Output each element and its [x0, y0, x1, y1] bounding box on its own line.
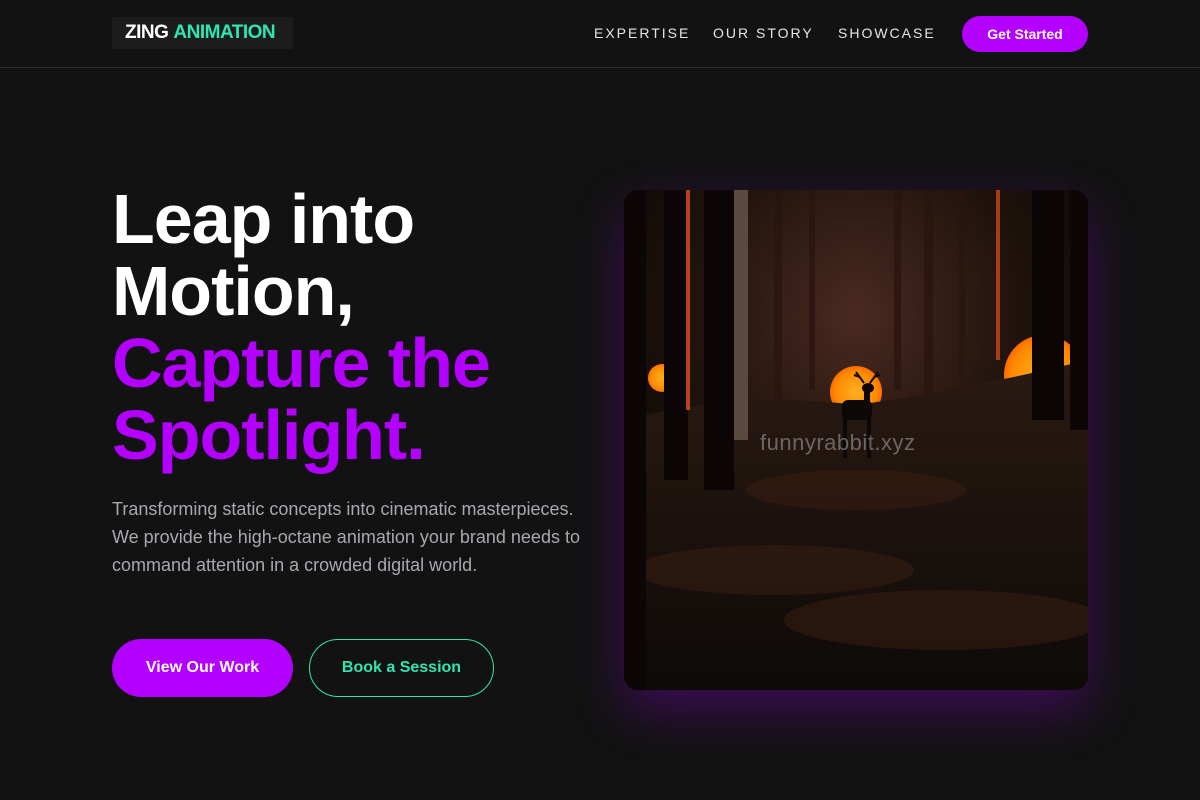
headline-line-2: Motion,	[112, 252, 355, 330]
nav-link-showcase[interactable]: SHOWCASE	[838, 25, 936, 41]
book-a-session-button[interactable]: Book a Session	[309, 639, 494, 697]
headline-line-3: Capture the	[112, 324, 491, 402]
get-started-button[interactable]: Get Started	[962, 16, 1088, 52]
site-header: ZING ANIMATION EXPERTISE OUR STORY SHOWC…	[0, 0, 1200, 68]
headline-line-1: Leap into	[112, 180, 415, 258]
image-watermark: funnyrabbit.xyz	[760, 430, 916, 455]
nav-link-our-story[interactable]: OUR STORY	[713, 25, 814, 41]
hero-headline: Leap into Motion, Capture the Spotlight.	[112, 183, 582, 471]
hero-description: Transforming static concepts into cinema…	[112, 499, 580, 575]
logo-word-zing: ZING	[125, 22, 169, 43]
hero-image: funnyrabbit.xyz	[624, 190, 1088, 690]
logo-word-animation: ANIMATION	[173, 22, 276, 43]
headline-line-4: Spotlight.	[112, 396, 426, 474]
brand-logo[interactable]: ZING ANIMATION	[112, 17, 293, 49]
view-our-work-button[interactable]: View Our Work	[112, 639, 293, 697]
nav-link-expertise[interactable]: EXPERTISE	[594, 25, 690, 41]
